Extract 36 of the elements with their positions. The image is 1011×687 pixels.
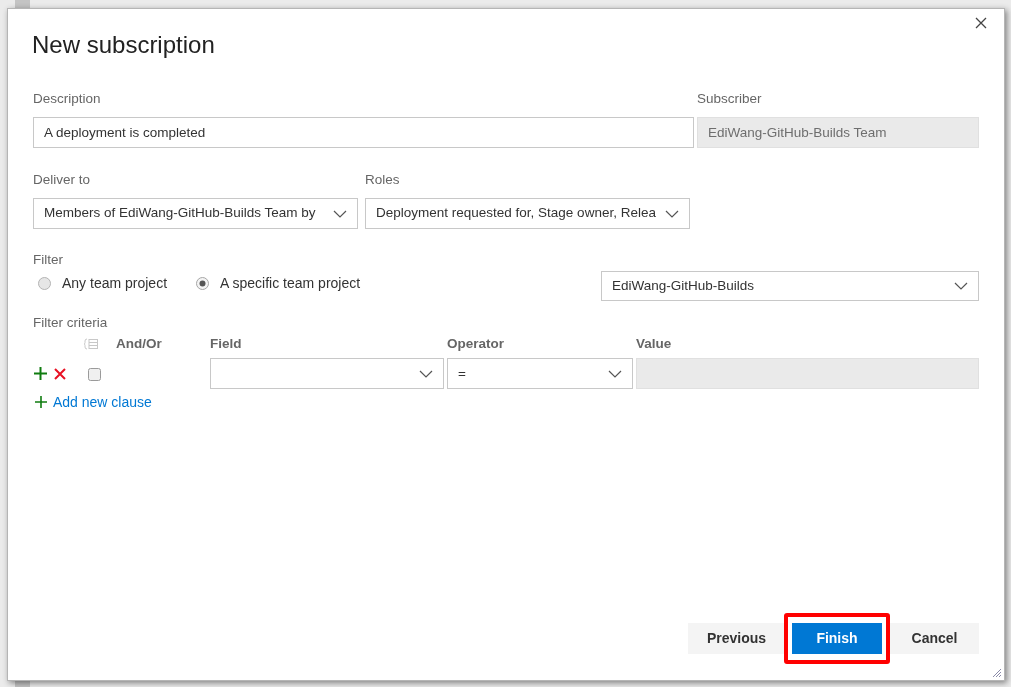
column-header: And/Or [116, 336, 162, 351]
field-label: Filter criteria [33, 314, 109, 332]
radio-label: A specific team project [220, 274, 361, 292]
chevron-down-icon [954, 282, 968, 290]
plus-icon[interactable] [34, 367, 47, 381]
dialog-button[interactable]: Finish [792, 623, 882, 654]
project-dropdown[interactable]: EdiWang-GitHub-Builds [601, 271, 979, 301]
field-label: Deliver to [33, 171, 92, 189]
chevron-down-icon [419, 369, 433, 378]
dialog-title: New subscription [32, 30, 215, 60]
resize-grip-icon[interactable] [990, 666, 1002, 678]
chevron-down-icon [608, 369, 622, 378]
operator-dropdown[interactable]: = [447, 358, 633, 390]
field-label: Filter [33, 251, 64, 269]
roles-dropdown[interactable]: Deployment requested for, Stage owner, Relea [365, 198, 690, 229]
plus-icon [35, 396, 47, 409]
chevron-down-icon [333, 209, 347, 218]
dialog-button[interactable]: Cancel [890, 623, 979, 654]
radio-button[interactable] [38, 276, 51, 290]
add-clause-link[interactable]: Add new clause [33, 393, 152, 412]
field-label: Description [33, 90, 102, 108]
column-header: Value [636, 336, 672, 351]
checkbox[interactable] [88, 367, 101, 381]
column-header: Field [210, 336, 242, 351]
close-icon[interactable] [975, 17, 987, 29]
field-label: Subscriber [697, 90, 763, 108]
radio-button[interactable] [196, 276, 210, 290]
description-field[interactable]: A deployment is completed [33, 117, 694, 148]
chevron-down-icon [665, 209, 679, 218]
field-label: Roles [365, 171, 401, 189]
column-header: Operator [447, 336, 504, 351]
deliver-to-dropdown[interactable]: Members of EdiWang-GitHub-Builds Team by [33, 198, 358, 229]
radio-label: Any team project [62, 274, 168, 292]
field-dropdown[interactable] [210, 358, 444, 390]
dialog-button[interactable]: Previous [688, 623, 785, 654]
cross-icon[interactable] [54, 367, 66, 380]
